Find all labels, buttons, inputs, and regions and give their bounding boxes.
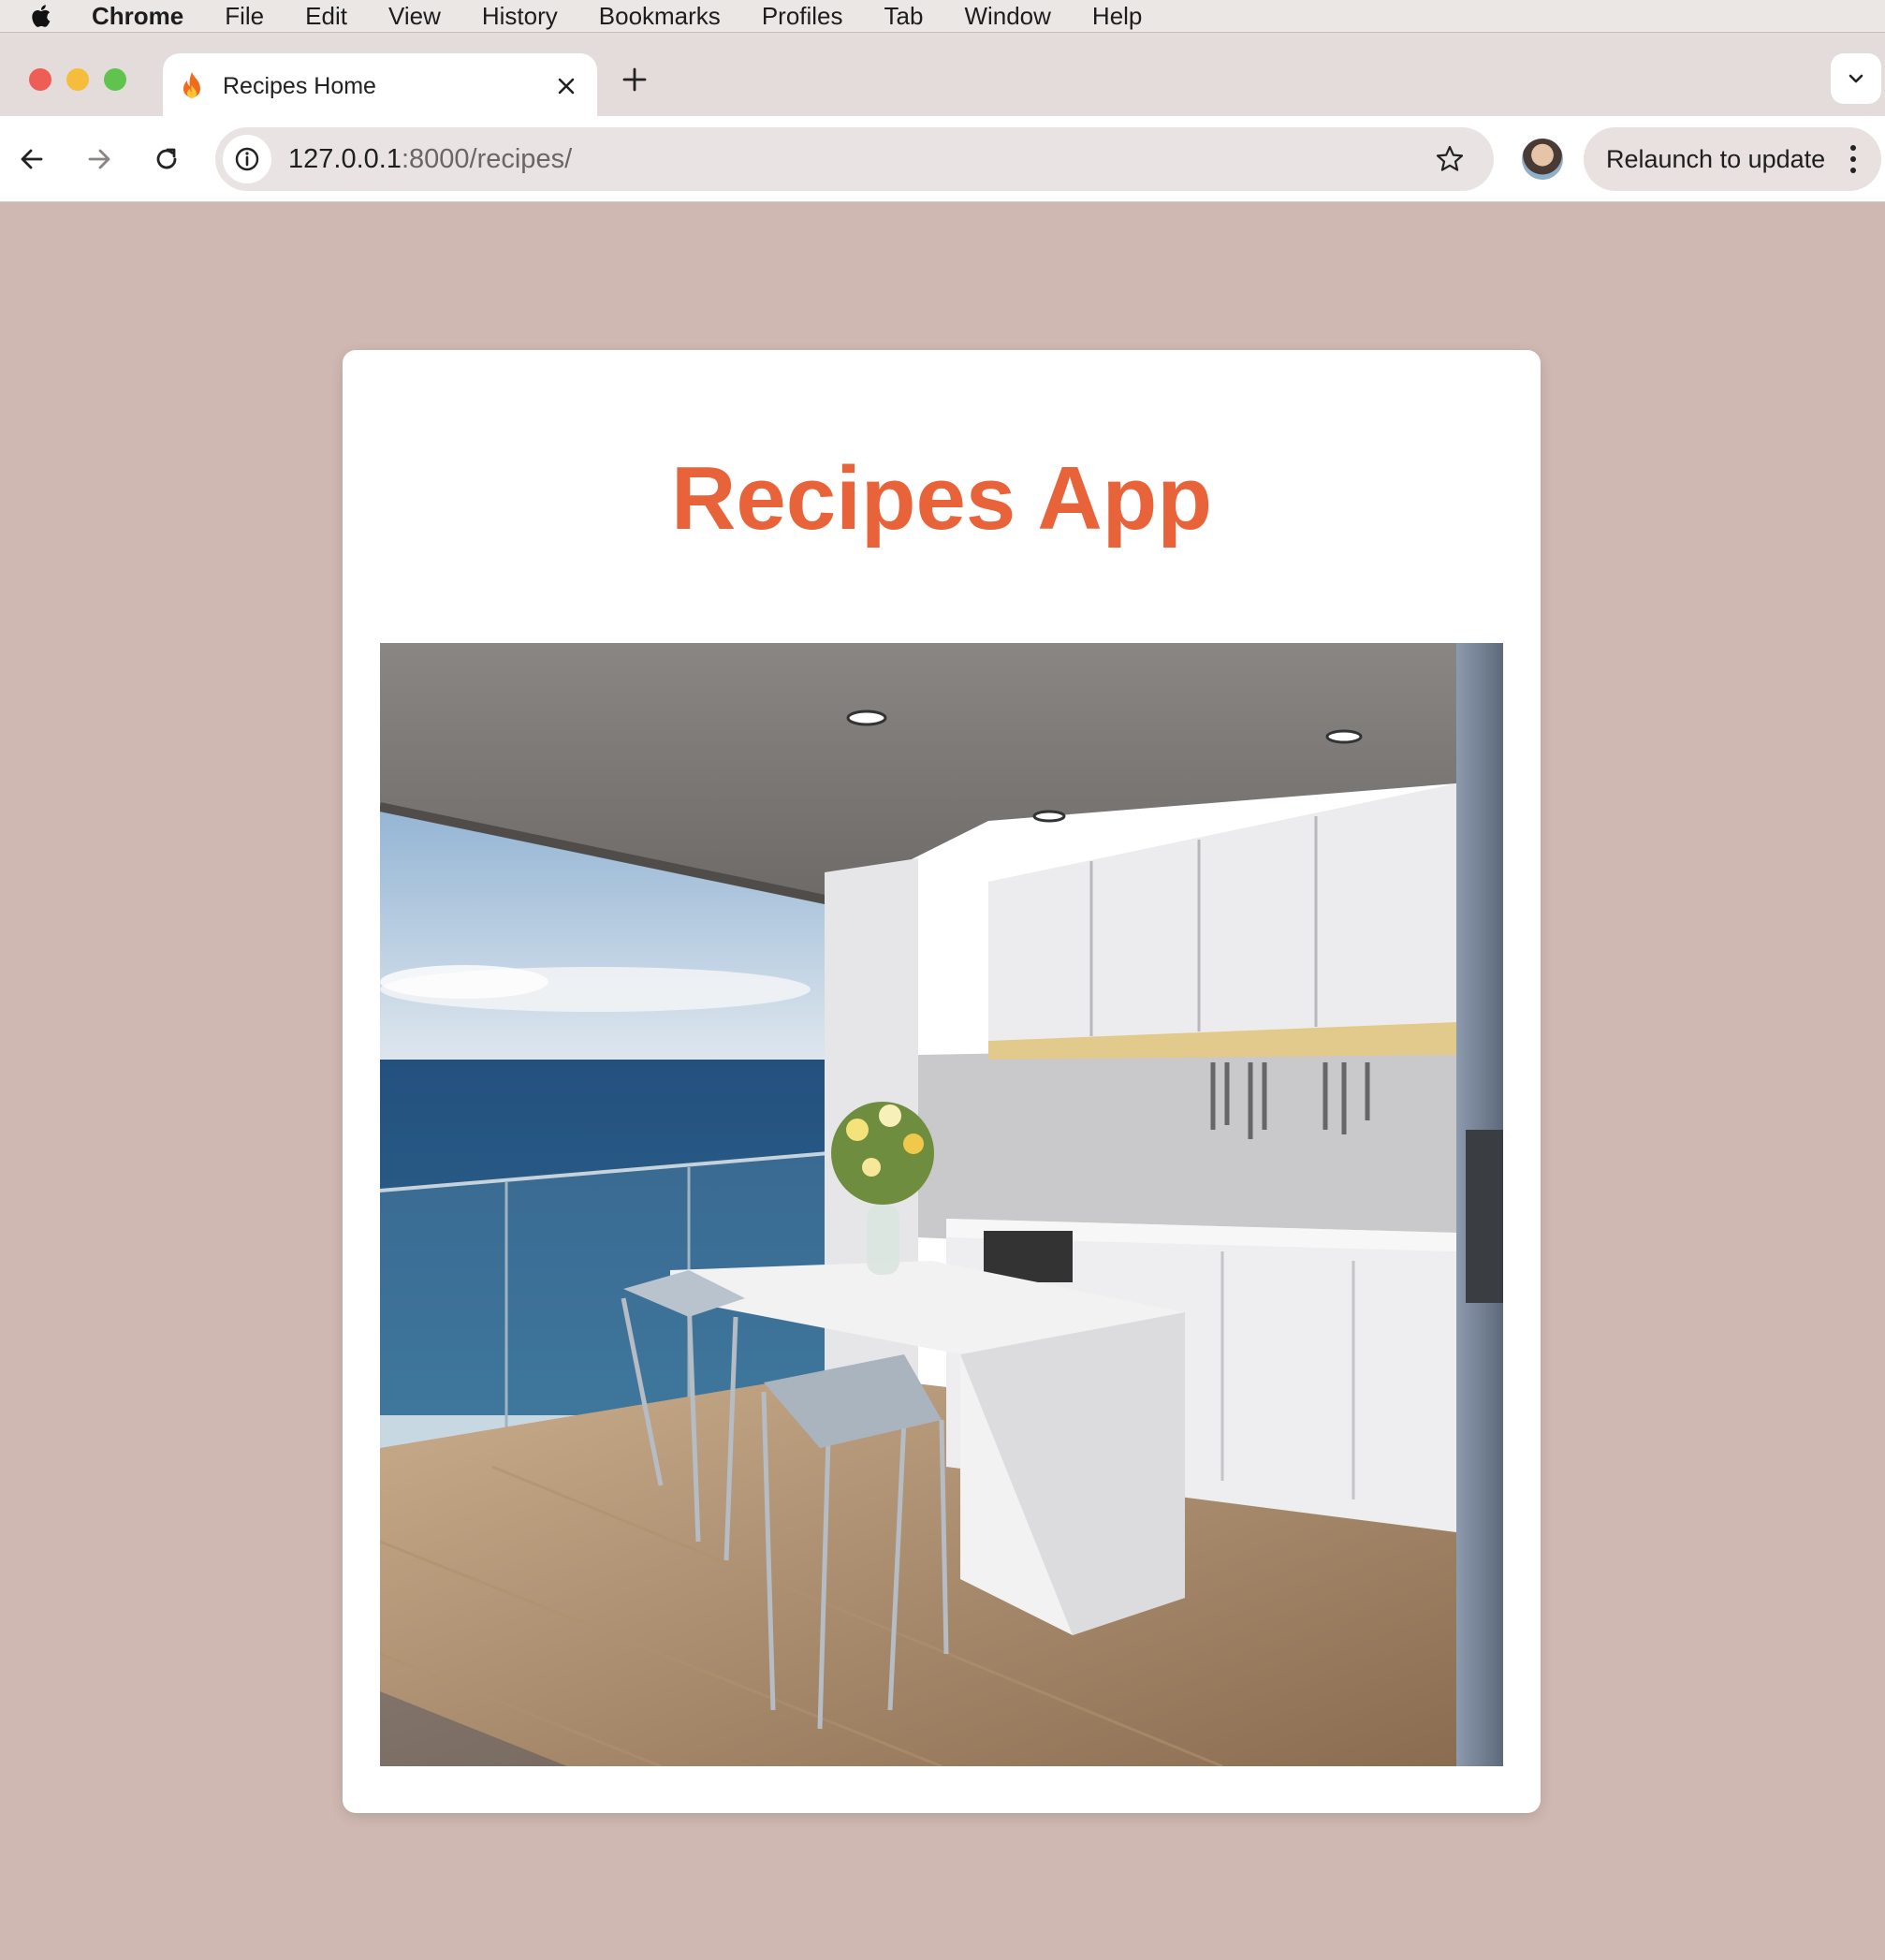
- apple-logo-icon[interactable]: [28, 2, 56, 30]
- fire-icon: [183, 72, 200, 98]
- tab-title: Recipes Home: [223, 72, 376, 99]
- site-info-button[interactable]: [223, 135, 271, 183]
- window-close-button[interactable]: [29, 68, 51, 91]
- macos-menu-bar: Chrome File Edit View History Bookmarks …: [0, 0, 1885, 32]
- more-vertical-icon[interactable]: [1849, 143, 1857, 175]
- tab-strip: Recipes Home: [0, 32, 1885, 119]
- tab-recipes-home[interactable]: Recipes Home: [163, 53, 597, 119]
- profile-avatar[interactable]: [1522, 139, 1563, 180]
- tab-search-button[interactable]: [1831, 53, 1881, 104]
- reload-icon: [156, 148, 177, 169]
- menu-view[interactable]: View: [388, 2, 441, 31]
- menu-tab[interactable]: Tab: [884, 2, 924, 31]
- back-button[interactable]: [13, 140, 51, 178]
- url-host: 127.0.0.1: [288, 143, 402, 174]
- browser-toolbar: 127.0.0.1:8000/recipes/ Relaunch to upda…: [0, 116, 1885, 202]
- menu-bookmarks[interactable]: Bookmarks: [599, 2, 721, 31]
- url-text[interactable]: 127.0.0.1:8000/recipes/: [288, 144, 1434, 175]
- reload-button[interactable]: [148, 140, 185, 178]
- relaunch-to-update-button[interactable]: Relaunch to update: [1584, 127, 1881, 191]
- window-zoom-button[interactable]: [104, 68, 126, 91]
- forward-button[interactable]: [80, 140, 118, 178]
- content-card: Recipes App: [343, 350, 1541, 1813]
- menu-file[interactable]: File: [225, 2, 264, 31]
- menu-chrome[interactable]: Chrome: [92, 2, 183, 31]
- chevron-down-icon: [1848, 74, 1863, 83]
- close-icon[interactable]: [554, 74, 578, 98]
- menu-history[interactable]: History: [482, 2, 558, 31]
- info-icon: [235, 147, 259, 171]
- menu-profiles[interactable]: Profiles: [762, 2, 843, 31]
- menu-window[interactable]: Window: [964, 2, 1050, 31]
- new-tab-plus-icon[interactable]: [621, 66, 648, 93]
- arrow-left-icon: [21, 149, 43, 169]
- menu-edit[interactable]: Edit: [305, 2, 347, 31]
- kitchen-hero-image: [380, 643, 1503, 1766]
- page-title: Recipes App: [671, 448, 1212, 549]
- page-viewport: Recipes App: [0, 203, 1885, 1960]
- arrow-right-icon: [88, 149, 110, 169]
- window-minimize-button[interactable]: [66, 68, 89, 91]
- relaunch-label: Relaunch to update: [1606, 144, 1826, 173]
- url-path: :8000/recipes/: [401, 143, 573, 174]
- address-bar[interactable]: 127.0.0.1:8000/recipes/: [215, 127, 1494, 191]
- menu-help[interactable]: Help: [1092, 2, 1142, 31]
- bookmark-star-icon[interactable]: [1434, 143, 1466, 175]
